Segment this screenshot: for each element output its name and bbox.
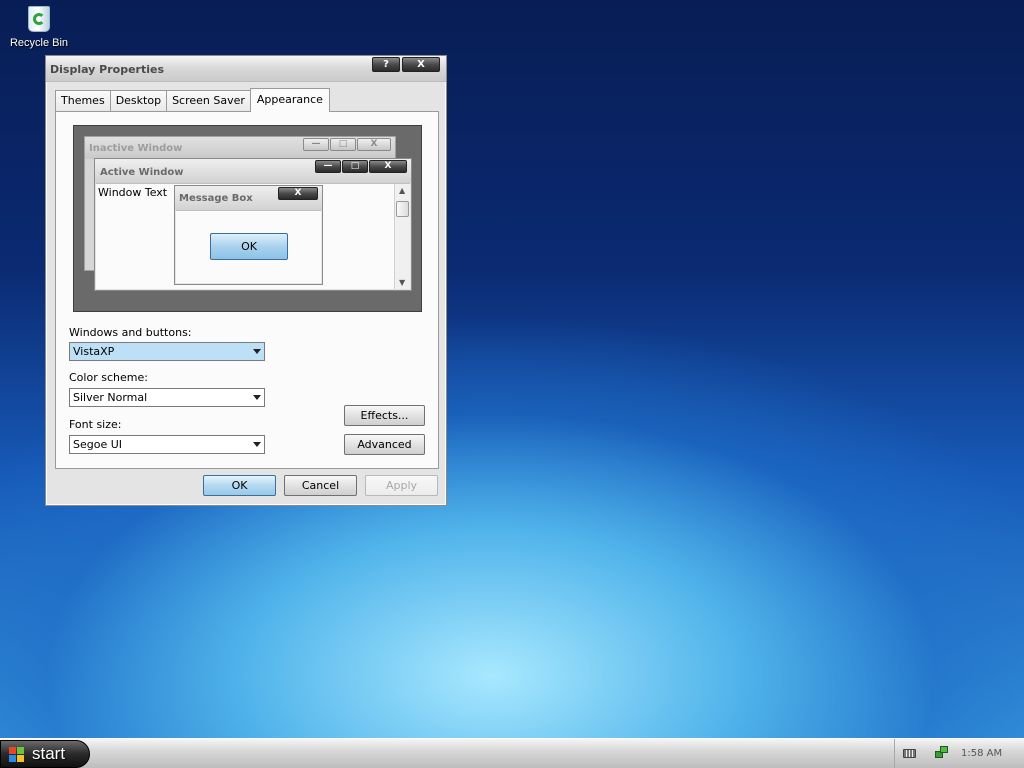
- windows-and-buttons-select[interactable]: VistaXP: [69, 342, 265, 361]
- dialog-title: Display Properties: [50, 63, 165, 76]
- scroll-up-icon: ▲: [399, 186, 406, 195]
- preview-minimize-icon: —: [303, 138, 329, 151]
- ok-button[interactable]: OK: [203, 475, 276, 496]
- chevron-down-icon: [253, 442, 261, 447]
- preview-message-box: Message Box X OK: [174, 185, 323, 285]
- preview-scrollbar: ▲ ▼: [394, 184, 410, 289]
- color-scheme-value: Silver Normal: [73, 391, 148, 404]
- preview-window-text: Window Text: [98, 186, 168, 199]
- preview-close-icon: X: [357, 138, 391, 151]
- clock[interactable]: 1:58 AM: [961, 748, 1002, 759]
- taskbar: start 1:58 AM: [0, 738, 1024, 768]
- chevron-down-icon: [253, 395, 261, 400]
- tab-desktop[interactable]: Desktop: [109, 90, 168, 112]
- windows-and-buttons-value: VistaXP: [73, 345, 115, 358]
- preview-active-close-icon: X: [369, 160, 407, 173]
- cancel-button[interactable]: Cancel: [284, 475, 357, 496]
- recycle-bin-shortcut[interactable]: Recycle Bin: [6, 2, 72, 49]
- preview-active-minimize-icon: —: [315, 160, 341, 173]
- preview-message-close-icon: X: [278, 187, 318, 200]
- font-size-select[interactable]: Segoe UI: [69, 435, 265, 454]
- chevron-down-icon: [253, 349, 261, 354]
- preview-active-title: Active Window: [100, 167, 184, 178]
- keyboard-icon[interactable]: [903, 749, 916, 758]
- recycle-bin-label: Recycle Bin: [9, 37, 69, 49]
- start-button[interactable]: start: [0, 740, 90, 768]
- appearance-preview: Inactive Window — □ X Active Window — □ …: [73, 125, 422, 312]
- preview-maximize-icon: □: [330, 138, 356, 151]
- tab-themes[interactable]: Themes: [55, 90, 111, 112]
- help-button[interactable]: ?: [372, 57, 400, 72]
- preview-active-maximize-icon: □: [342, 160, 368, 173]
- preview-message-ok-button: OK: [210, 233, 288, 260]
- windows-and-buttons-label: Windows and buttons:: [69, 326, 192, 339]
- start-label: start: [32, 744, 66, 763]
- color-scheme-label: Color scheme:: [69, 371, 148, 384]
- display-properties-dialog: Display Properties ? X Themes Desktop Sc…: [45, 55, 447, 506]
- tab-screen-saver[interactable]: Screen Saver: [166, 90, 251, 112]
- tab-appearance[interactable]: Appearance: [249, 88, 330, 112]
- system-tray: 1:58 AM: [894, 739, 1024, 768]
- appearance-panel: Inactive Window — □ X Active Window — □ …: [55, 111, 439, 469]
- tab-strip: Themes Desktop Screen Saver Appearance: [55, 88, 330, 112]
- advanced-button[interactable]: Advanced: [344, 434, 425, 455]
- effects-button[interactable]: Effects...: [344, 405, 425, 426]
- scroll-down-icon: ▼: [399, 278, 406, 287]
- dialog-titlebar[interactable]: Display Properties ? X: [46, 56, 446, 82]
- windows-flag-icon: [9, 747, 25, 763]
- recycle-bin-icon: [24, 2, 54, 34]
- network-icon[interactable]: [935, 746, 949, 760]
- font-size-label: Font size:: [69, 418, 122, 431]
- apply-button[interactable]: Apply: [365, 475, 438, 496]
- close-button[interactable]: X: [402, 57, 440, 72]
- color-scheme-select[interactable]: Silver Normal: [69, 388, 265, 407]
- preview-message-box-title: Message Box: [179, 193, 253, 204]
- font-size-value: Segoe UI: [73, 438, 123, 451]
- preview-inactive-title: Inactive Window: [89, 143, 183, 154]
- scroll-thumb: [396, 201, 409, 217]
